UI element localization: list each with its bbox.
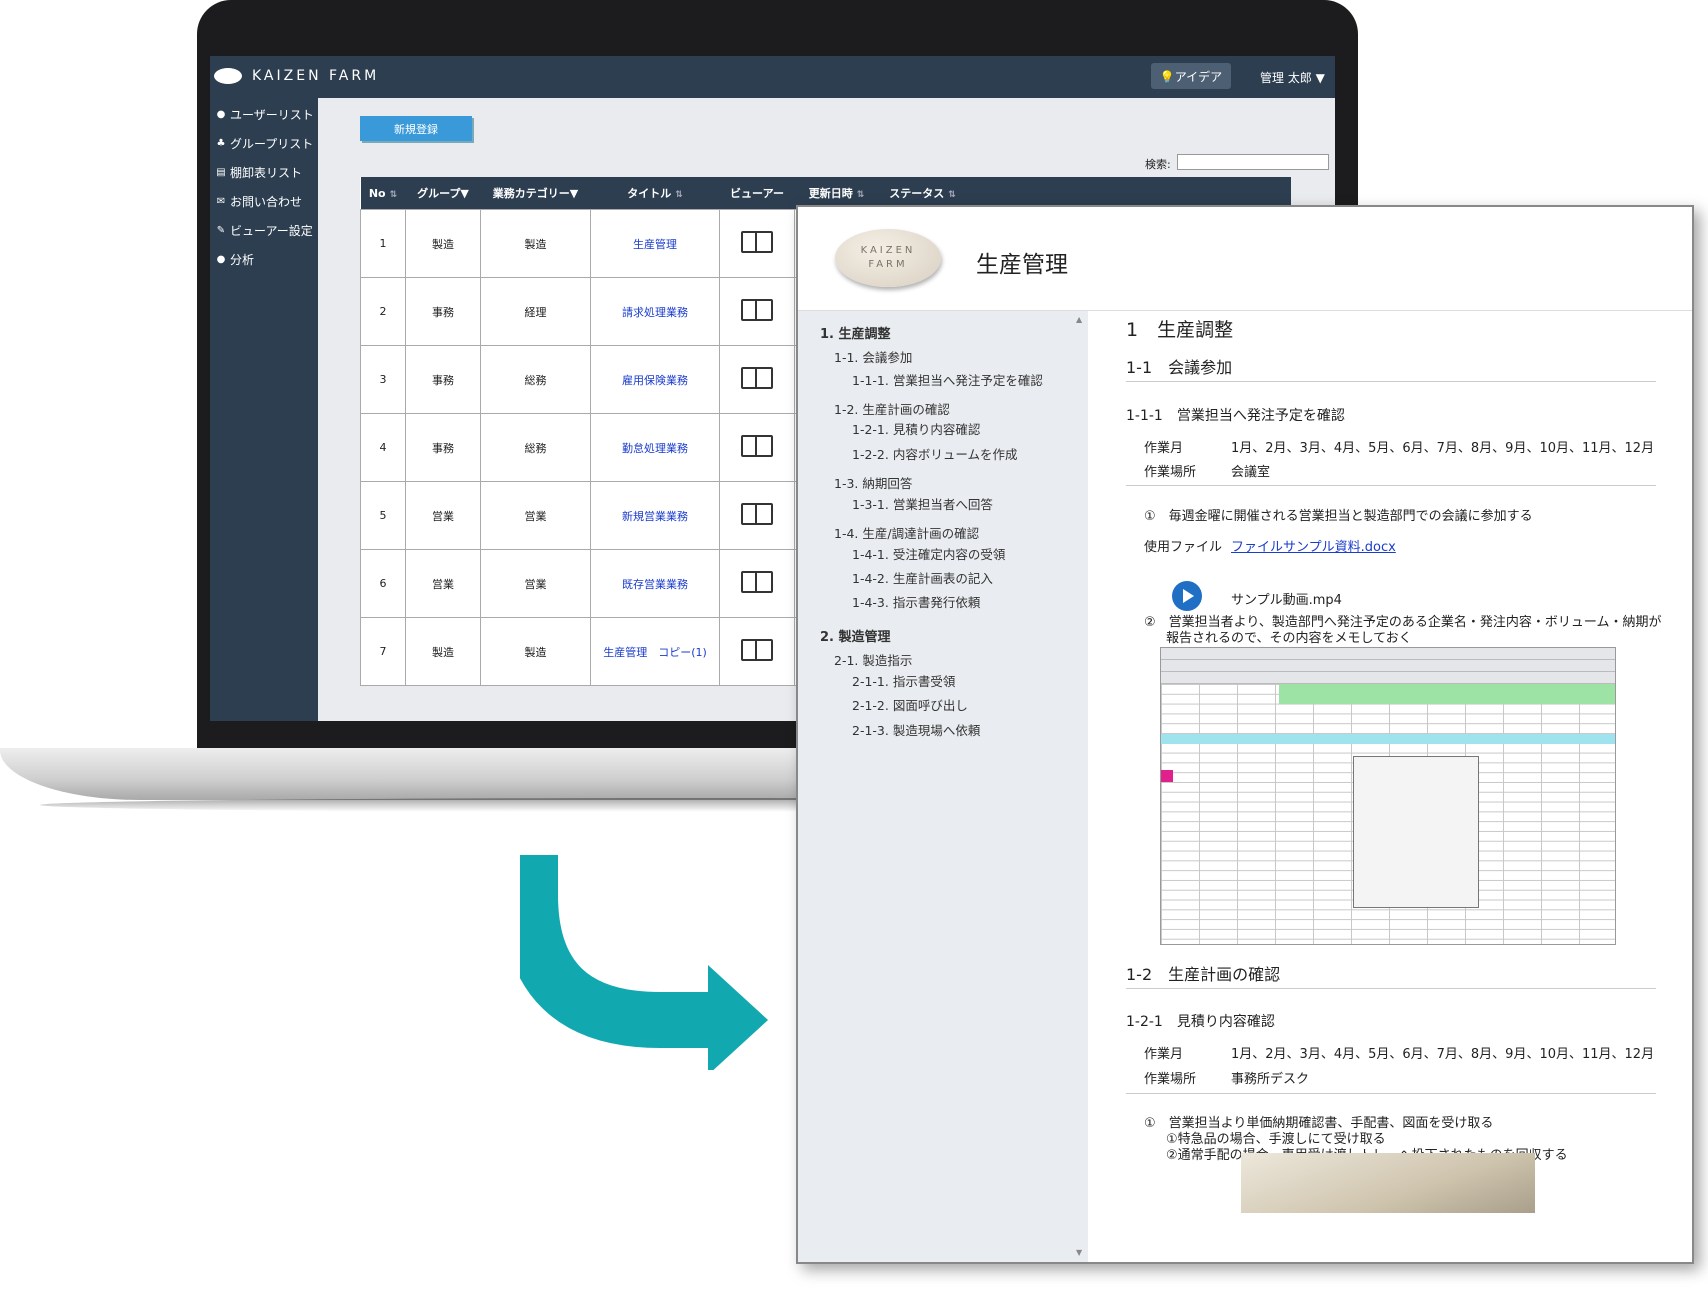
sidebar: ● ユーザーリスト ♣ グループリスト ▤ 棚卸表リスト ✉ お問い合わせ ✎ ビューアー…	[210, 98, 318, 721]
toc-item[interactable]: 1. 生産調整	[820, 323, 891, 342]
group-icon: ♣	[216, 138, 226, 149]
title-link[interactable]: 生産管理 コピー(1)	[603, 646, 707, 659]
drawing-photo-image	[1241, 1153, 1535, 1213]
sidebar-item-users[interactable]: ● ユーザーリスト	[216, 106, 314, 123]
step-heading: 1-2-1 見積り内容確認	[1126, 1014, 1275, 1030]
user-icon: ●	[216, 109, 226, 120]
sort-icon: ⇅	[856, 190, 865, 200]
document-title: 生産管理	[976, 252, 1068, 278]
sort-icon: ⇅	[948, 190, 956, 200]
work-place-value: 事務所デスク	[1231, 1072, 1310, 1087]
file-label: 使用ファイル	[1144, 540, 1223, 555]
toc-item[interactable]: 1-4-2. 生産計画表の記入	[852, 568, 993, 587]
sort-icon: ⇅	[389, 189, 398, 200]
spreadsheet-screenshot-image	[1160, 647, 1616, 945]
sidebar-item-inventory[interactable]: ▤ 棚卸表リスト	[216, 164, 302, 181]
video-name: サンプル動画.mp4	[1231, 593, 1342, 608]
sidebar-item-label: お問い合わせ	[230, 195, 303, 209]
sidebar-item-label: グループリスト	[230, 137, 314, 151]
search-label: 検索:	[1145, 158, 1171, 171]
toc-item[interactable]: 1-3-1. 営業担当者へ回答	[852, 494, 993, 513]
col-no[interactable]: No ⇅	[360, 177, 406, 210]
toc-item[interactable]: 1-2-1. 見積り内容確認	[852, 419, 980, 438]
edit-icon: ✎	[216, 225, 226, 236]
sidebar-item-analytics[interactable]: ● 分析	[216, 251, 254, 268]
toc-item[interactable]: 1-2. 生産計画の確認	[834, 399, 950, 418]
work-place-value: 会議室	[1231, 465, 1271, 480]
subsection-heading: 1-1 会議参加	[1126, 358, 1233, 377]
toc-item[interactable]: 2. 製造管理	[820, 626, 891, 645]
play-icon[interactable]	[1172, 581, 1202, 611]
brand-name[interactable]: KAIZEN FARM	[252, 68, 379, 84]
work-place-label: 作業場所	[1144, 1072, 1197, 1087]
chart-icon: ●	[216, 254, 226, 265]
instruction-step-continued: 報告されるので、その内容をメモしておく	[1166, 631, 1412, 646]
col-title[interactable]: タイトル ⇅	[590, 177, 720, 210]
user-menu[interactable]: 管理 太郎 ▼	[1260, 69, 1325, 86]
document-content: 1 生産調整 1-1 会議参加 1-1-1 営業担当へ発注予定を確認 作業月 1…	[1088, 311, 1692, 1262]
book-icon[interactable]	[741, 367, 773, 389]
work-place-label: 作業場所	[1144, 465, 1197, 480]
instruction-step: ① 毎週金曜に開催される営業担当と製造部門での会議に参加する	[1144, 509, 1533, 524]
idea-button[interactable]: 💡アイデア	[1151, 63, 1231, 89]
book-icon[interactable]	[741, 435, 773, 457]
col-viewer[interactable]: ビューアー	[719, 177, 795, 210]
book-icon[interactable]	[741, 503, 773, 525]
title-link[interactable]: 雇用保険業務	[622, 374, 688, 387]
toc-item[interactable]: 1-4-1. 受注確定内容の受領	[852, 544, 1005, 563]
app-header: KAIZEN FARM 💡アイデア 管理 太郎 ▼	[210, 56, 1335, 98]
title-link[interactable]: 請求処理業務	[622, 306, 688, 319]
scroll-down-icon[interactable]: ▼	[1076, 1248, 1082, 1257]
work-month-value: 1月、2月、3月、4月、5月、6月、7月、8月、9月、10月、11月、12月	[1231, 441, 1655, 456]
brand-logo-icon[interactable]	[214, 68, 242, 84]
toc-item[interactable]: 1-2-2. 内容ボリュームを作成	[852, 444, 1017, 463]
toc-item[interactable]: 1-1. 会議参加	[834, 347, 912, 366]
idea-button-label: アイデア	[1174, 69, 1223, 84]
book-icon[interactable]	[741, 571, 773, 593]
table-of-contents: ▲ 1. 生産調整 1-1. 会議参加 1-1-1. 営業担当へ発注予定を確認 …	[798, 311, 1088, 1262]
work-month-value: 1月、2月、3月、4月、5月、6月、7月、8月、9月、10月、11月、12月	[1231, 1047, 1655, 1062]
toc-item[interactable]: 2-1-2. 図面呼び出し	[852, 695, 968, 714]
sidebar-item-label: ユーザーリスト	[230, 108, 314, 122]
work-month-label: 作業月	[1144, 1047, 1184, 1062]
sidebar-item-label: 分析	[230, 253, 255, 267]
col-category[interactable]: 業務カテゴリー▼	[480, 177, 591, 210]
toc-item[interactable]: 1-1-1. 営業担当へ発注予定を確認	[852, 370, 1043, 389]
toc-item[interactable]: 1-4. 生産/調達計画の確認	[834, 523, 979, 542]
sidebar-item-viewer-settings[interactable]: ✎ ビューアー設定	[216, 222, 313, 239]
title-link[interactable]: 新規営業業務	[622, 510, 688, 523]
title-link[interactable]: 勤怠処理業務	[622, 442, 688, 455]
col-group[interactable]: グループ▼	[405, 177, 481, 210]
title-link[interactable]: 既存営業業務	[622, 578, 688, 591]
document-viewer: KAIZEN FARM 生産管理 ▲ 1. 生産調整 1-1. 会議参加 1-1…	[796, 205, 1694, 1264]
sidebar-item-label: ビューアー設定	[230, 224, 313, 238]
book-icon[interactable]	[741, 639, 773, 661]
search-input[interactable]	[1177, 154, 1329, 170]
kaizen-farm-logo: KAIZEN FARM	[835, 229, 941, 287]
sidebar-item-contact[interactable]: ✉ お問い合わせ	[216, 193, 302, 210]
list-icon: ▤	[216, 167, 226, 178]
toc-item[interactable]: 2-1. 製造指示	[834, 650, 912, 669]
subsection-heading: 1-2 生産計画の確認	[1126, 965, 1281, 984]
toc-item[interactable]: 1-4-3. 指示書発行依頼	[852, 592, 980, 611]
scroll-up-icon[interactable]: ▲	[1076, 315, 1082, 324]
toc-item[interactable]: 1-3. 納期回答	[834, 473, 912, 492]
toc-item[interactable]: 2-1-1. 指示書受領	[852, 671, 955, 690]
book-icon[interactable]	[741, 231, 773, 253]
book-icon[interactable]	[741, 299, 773, 321]
sidebar-item-groups[interactable]: ♣ グループリスト	[216, 135, 314, 152]
section-heading: 1 生産調整	[1126, 319, 1234, 341]
file-link[interactable]: ファイルサンプル資料.docx	[1231, 540, 1396, 555]
new-register-button[interactable]: 新規登録	[360, 116, 472, 141]
lightbulb-icon: 💡	[1159, 69, 1175, 84]
mail-icon: ✉	[216, 196, 226, 207]
sort-icon: ⇅	[675, 190, 683, 200]
work-month-label: 作業月	[1144, 441, 1184, 456]
toc-item[interactable]: 2-1-3. 製造現場へ依頼	[852, 720, 980, 739]
flow-arrow-icon	[520, 855, 768, 1070]
title-link[interactable]: 生産管理	[633, 238, 677, 251]
sidebar-item-label: 棚卸表リスト	[230, 166, 303, 180]
step-heading: 1-1-1 営業担当へ発注予定を確認	[1126, 408, 1345, 424]
